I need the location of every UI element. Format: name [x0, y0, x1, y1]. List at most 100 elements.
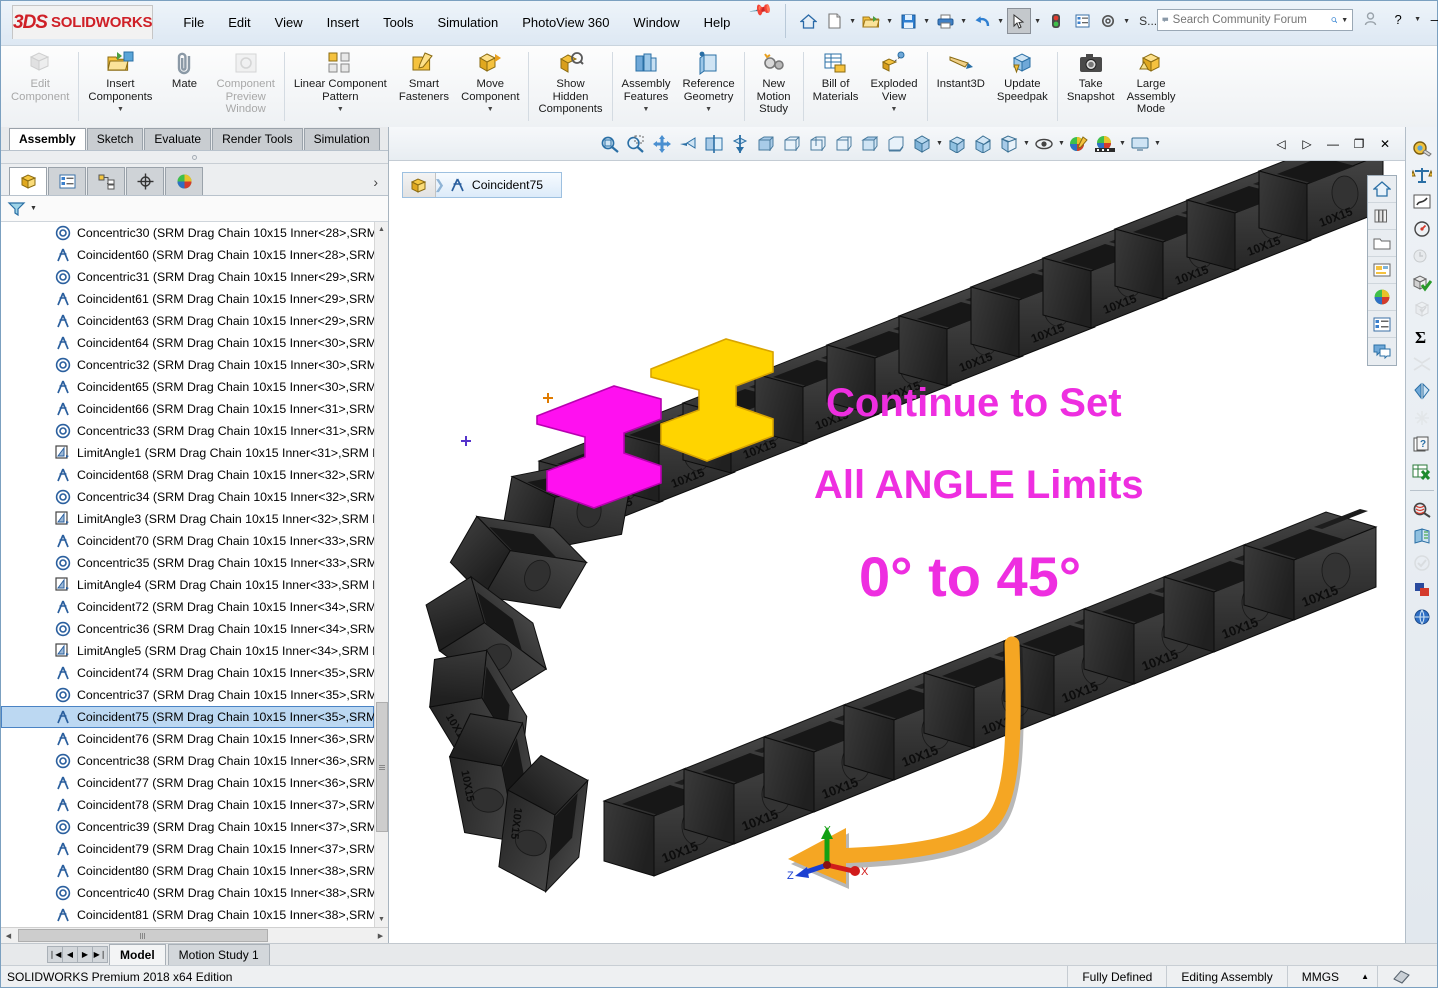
equations-icon[interactable]: Σ	[1408, 324, 1436, 350]
hscroll-thumb[interactable]	[18, 929, 268, 942]
update-speedpak-button[interactable]: Update Speedpak	[991, 46, 1054, 127]
print-caret[interactable]: ▼	[959, 18, 968, 25]
options-caret[interactable]: ▼	[1122, 18, 1131, 25]
trimetric-view-icon[interactable]	[944, 130, 970, 158]
linear-component-pattern-button[interactable]: Linear Component Pattern ▼	[288, 46, 393, 127]
qat-more-label[interactable]: S...	[1139, 14, 1157, 28]
feature-tree-list[interactable]: Concentric30 (SRM Drag Chain 10x15 Inner…	[1, 222, 374, 927]
menu-item-view[interactable]: View	[263, 1, 315, 45]
rebuild-status-icon[interactable]	[1044, 8, 1068, 34]
tree-row[interactable]: Coincident70 (SRM Drag Chain 10x15 Inner…	[1, 530, 374, 552]
menu-item-file[interactable]: File	[171, 1, 216, 45]
menu-item-photoview-360[interactable]: PhotoView 360	[510, 1, 621, 45]
tree-row[interactable]: Concentric31 (SRM Drag Chain 10x15 Inner…	[1, 266, 374, 288]
ribbon-dropdown-caret-icon[interactable]: ▼	[643, 104, 650, 117]
tree-row[interactable]: Coincident78 (SRM Drag Chain 10x15 Inner…	[1, 794, 374, 816]
tree-row[interactable]: LimitAngle5 (SRM Drag Chain 10x15 Inner<…	[1, 640, 374, 662]
graphics-area[interactable]: ❯ Coincident75 10X15 10X15 10X15 10X15 1…	[389, 161, 1405, 943]
scroll-thumb[interactable]	[376, 702, 388, 832]
feature-filter-bar[interactable]: ▼	[1, 196, 388, 222]
isometric-view-caret[interactable]: ▼	[935, 140, 944, 147]
tree-row[interactable]: Coincident76 (SRM Drag Chain 10x15 Inner…	[1, 728, 374, 750]
tree-row[interactable]: Coincident79 (SRM Drag Chain 10x15 Inner…	[1, 838, 374, 860]
tree-horizontal-scrollbar[interactable]: ◀ ▶	[1, 927, 388, 943]
hscroll-left-button[interactable]: ◀	[1, 932, 16, 940]
sensor-icon[interactable]	[1408, 216, 1436, 242]
breadcrumb-root[interactable]	[403, 173, 436, 197]
tree-row[interactable]: LimitAngle4 (SRM Drag Chain 10x15 Inner<…	[1, 574, 374, 596]
menu-item-insert[interactable]: Insert	[315, 1, 372, 45]
minimize-button[interactable]: —	[1424, 9, 1438, 29]
status-units[interactable]: MMGS	[1286, 966, 1353, 987]
close-view-icon[interactable]: ✕	[1373, 133, 1397, 155]
menu-item-window[interactable]: Window	[621, 1, 691, 45]
undo-icon[interactable]	[970, 8, 994, 34]
view-palette-icon[interactable]	[1368, 257, 1396, 284]
view-orientation-icon[interactable]	[727, 130, 753, 158]
tab-nav-button-1[interactable]: ◀	[62, 946, 78, 963]
top-view-icon[interactable]	[857, 130, 883, 158]
smart-fasteners-button[interactable]: Smart Fasteners	[393, 46, 455, 127]
view-home-icon[interactable]	[1368, 176, 1396, 203]
insert-components-button[interactable]: Insert Components ▼	[82, 46, 158, 127]
tree-row[interactable]: Concentric32 (SRM Drag Chain 10x15 Inner…	[1, 354, 374, 376]
pan-icon[interactable]	[649, 130, 675, 158]
zebra-stripes-icon[interactable]	[1408, 496, 1436, 522]
hide-show-items-caret[interactable]: ▼	[1057, 140, 1066, 147]
menu-item-help[interactable]: Help	[692, 1, 743, 45]
display-style-icon[interactable]	[996, 130, 1022, 158]
tab-sketch[interactable]: Sketch	[86, 128, 144, 150]
front-view-icon[interactable]	[753, 130, 779, 158]
edit-appearance-icon[interactable]	[1066, 130, 1092, 158]
user-account-icon[interactable]	[1357, 9, 1383, 29]
command-manager-collapse-handle[interactable]	[1, 151, 388, 164]
new-document-icon[interactable]	[822, 8, 846, 34]
reference-geometry-button[interactable]: Reference Geometry ▼	[677, 46, 741, 127]
tree-row[interactable]: Coincident72 (SRM Drag Chain 10x15 Inner…	[1, 596, 374, 618]
print-icon[interactable]	[933, 8, 957, 34]
menu-item-simulation[interactable]: Simulation	[426, 1, 511, 45]
instant3d-button[interactable]: Instant3D	[931, 46, 991, 127]
zoom-to-fit-icon[interactable]	[597, 130, 623, 158]
apply-scene-icon[interactable]	[1092, 130, 1118, 158]
overlay-sheet-icon[interactable]	[1377, 966, 1425, 987]
zoom-to-area-icon[interactable]	[623, 130, 649, 158]
tree-row[interactable]: Concentric34 (SRM Drag Chain 10x15 Inner…	[1, 486, 374, 508]
configuration-manager-tab[interactable]	[87, 167, 125, 195]
tab-simulation[interactable]: Simulation	[303, 128, 380, 150]
tree-vertical-scrollbar[interactable]: ▲ ▼	[374, 222, 388, 927]
undo-caret[interactable]: ▼	[996, 18, 1005, 25]
scroll-down-button[interactable]: ▼	[375, 912, 388, 927]
measure-icon[interactable]	[1408, 135, 1436, 161]
tree-row[interactable]: Concentric33 (SRM Drag Chain 10x15 Inner…	[1, 420, 374, 442]
tree-row[interactable]: Concentric37 (SRM Drag Chain 10x15 Inner…	[1, 684, 374, 706]
menu-item-tools[interactable]: Tools	[371, 1, 425, 45]
tree-row[interactable]: Coincident66 (SRM Drag Chain 10x15 Inner…	[1, 398, 374, 420]
restore-view-icon[interactable]: ❐	[1347, 133, 1371, 155]
ribbon-dropdown-caret-icon[interactable]: ▼	[705, 104, 712, 117]
tab-nav-button-3[interactable]: ▶❘	[92, 946, 108, 963]
property-manager-tab[interactable]	[48, 167, 86, 195]
display-style-caret[interactable]: ▼	[1022, 140, 1031, 147]
solidworks-forum-icon[interactable]	[1368, 338, 1396, 365]
filter-caret[interactable]: ▼	[29, 205, 38, 212]
large-assembly-mode-button[interactable]: Large Assembly Mode	[1121, 46, 1182, 127]
tab-nav-button-2[interactable]: ▶	[77, 946, 93, 963]
document-tab-motion-study-1[interactable]: Motion Study 1	[167, 944, 270, 965]
expand-panel-chevron-icon[interactable]: ›	[373, 174, 378, 190]
symmetry-check-icon[interactable]	[1408, 378, 1436, 404]
tree-row[interactable]: Coincident74 (SRM Drag Chain 10x15 Inner…	[1, 662, 374, 684]
assembly-xpert-icon[interactable]: ?	[1408, 432, 1436, 458]
section-view-icon[interactable]	[701, 130, 727, 158]
tab-assembly[interactable]: Assembly	[9, 128, 86, 150]
hide-show-items-icon[interactable]	[1031, 130, 1057, 158]
save-icon[interactable]	[896, 8, 920, 34]
tree-row[interactable]: Coincident64 (SRM Drag Chain 10x15 Inner…	[1, 332, 374, 354]
ribbon-dropdown-caret-icon[interactable]: ▼	[117, 104, 124, 117]
dimetric-view-icon[interactable]	[970, 130, 996, 158]
display-manager-tab[interactable]	[165, 167, 203, 195]
restore-right-icon[interactable]: ▷	[1295, 133, 1319, 155]
tree-row[interactable]: Coincident60 (SRM Drag Chain 10x15 Inner…	[1, 244, 374, 266]
file-explorer-icon[interactable]	[1368, 230, 1396, 257]
breadcrumb-mate[interactable]: Coincident75	[443, 173, 561, 197]
